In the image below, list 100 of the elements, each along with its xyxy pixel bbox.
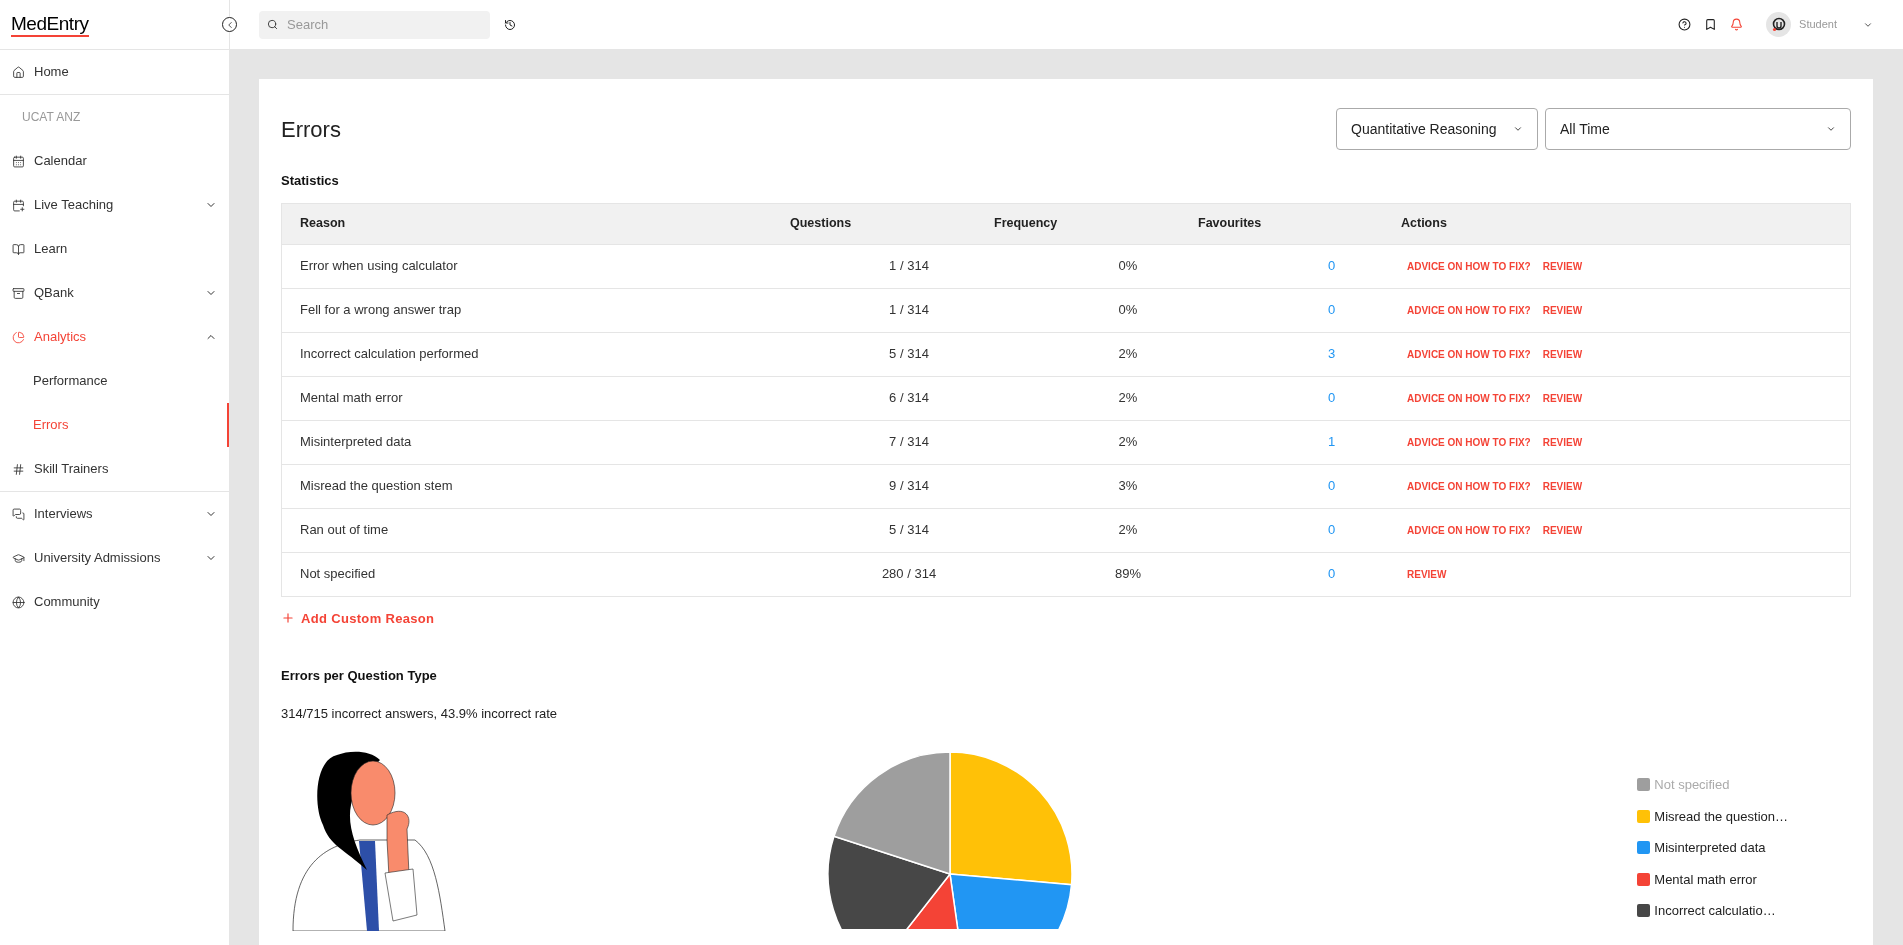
action-link[interactable]: ADVICE ON HOW TO FIX? bbox=[1407, 302, 1531, 318]
user-avatar[interactable] bbox=[1766, 12, 1792, 37]
action-link[interactable]: ADVICE ON HOW TO FIX? bbox=[1407, 390, 1531, 406]
legend-label[interactable]: Misread the question… bbox=[1654, 806, 1788, 826]
favourites-link[interactable]: 0 bbox=[1327, 388, 1336, 408]
legend-label[interactable]: Misinterpreted data bbox=[1654, 838, 1766, 858]
action-link[interactable]: ADVICE ON HOW TO FIX? bbox=[1407, 478, 1531, 494]
table-cell-text: 280 / 314 bbox=[880, 565, 938, 584]
action-link[interactable]: REVIEW bbox=[1542, 478, 1583, 494]
table-cell-text: 2% bbox=[1117, 433, 1139, 452]
legend-label[interactable]: Not specified bbox=[1654, 775, 1730, 795]
graduation-cap-icon bbox=[12, 551, 25, 565]
archive-icon bbox=[12, 286, 25, 300]
history-icon[interactable] bbox=[504, 18, 516, 31]
table-cell-text: 2% bbox=[1117, 521, 1139, 540]
help-icon[interactable] bbox=[1678, 18, 1692, 31]
home-icon bbox=[12, 65, 25, 79]
table-cell-text: 0% bbox=[1117, 301, 1139, 320]
table-cell-text: 5 / 314 bbox=[888, 345, 930, 364]
bookmark-icon[interactable] bbox=[1704, 18, 1718, 31]
filter-dropdown[interactable]: Quantitative Reasoning bbox=[1336, 108, 1538, 150]
nav-subitem[interactable]: Performance bbox=[0, 359, 229, 403]
search-icon bbox=[267, 18, 278, 30]
table-cell-text: Ran out of time bbox=[299, 521, 390, 540]
table-cell-text: Misinterpreted data bbox=[299, 433, 413, 452]
column-header: Reason bbox=[299, 215, 347, 233]
favourites-link[interactable]: 0 bbox=[1327, 256, 1336, 276]
summary-text: 314/715 incorrect answers, 43.9% incorrect rate bbox=[281, 704, 559, 723]
nav-item[interactable]: Calendar bbox=[0, 139, 229, 183]
table-cell-text: 7 / 314 bbox=[888, 433, 930, 452]
section-heading: UCAT ANZ bbox=[21, 109, 82, 126]
legend-label[interactable]: Mental math error bbox=[1654, 869, 1757, 889]
table-cell-text: Incorrect calculation performed bbox=[299, 345, 480, 364]
table-cell-text: 2% bbox=[1117, 345, 1139, 364]
table-cell-text: Error when using calculator bbox=[299, 257, 459, 276]
table-cell-text: 89% bbox=[1114, 565, 1142, 584]
filter-dropdown[interactable]: All Time bbox=[1545, 108, 1851, 150]
nav-subitem[interactable]: Errors bbox=[0, 403, 229, 447]
nav-item[interactable]: Live Teaching bbox=[0, 183, 229, 227]
legend-label[interactable]: Incorrect calculatio… bbox=[1654, 901, 1776, 921]
nav-item[interactable]: Community bbox=[0, 580, 229, 624]
chevron-down-icon bbox=[1513, 124, 1523, 134]
nav-item[interactable]: Interviews bbox=[0, 492, 229, 536]
action-link[interactable]: ADVICE ON HOW TO FIX? bbox=[1407, 522, 1531, 538]
favourites-link[interactable]: 3 bbox=[1327, 344, 1336, 364]
stethoscope-icon bbox=[1770, 16, 1787, 33]
table-cell-text: Fell for a wrong answer trap bbox=[299, 301, 463, 320]
chat-icon bbox=[12, 507, 25, 521]
nav-item[interactable]: Analytics bbox=[0, 315, 229, 359]
favourites-link[interactable]: 0 bbox=[1327, 564, 1336, 584]
table-cell-text: Misread the question stem bbox=[299, 477, 454, 496]
table-cell-text: Not specified bbox=[299, 565, 377, 584]
plus-icon bbox=[281, 611, 295, 626]
table-cell-text: 2% bbox=[1117, 389, 1139, 408]
search-field[interactable]: Search bbox=[259, 10, 490, 39]
action-link[interactable]: REVIEW bbox=[1542, 346, 1583, 362]
favourites-link[interactable]: 0 bbox=[1327, 300, 1336, 320]
calendar-icon bbox=[12, 154, 25, 168]
user-name[interactable]: Student bbox=[1799, 16, 1837, 33]
add-custom-reason-button[interactable]: Add Custom Reason bbox=[281, 608, 435, 628]
section-heading: Errors per Question Type bbox=[281, 667, 438, 685]
nav-item[interactable]: Learn bbox=[0, 227, 229, 271]
table-cell-text: Mental math error bbox=[299, 389, 404, 408]
globe-icon bbox=[12, 595, 25, 609]
nav-item[interactable]: University Admissions bbox=[0, 536, 229, 580]
table-cell-text: 1 / 314 bbox=[888, 257, 930, 276]
action-link[interactable]: ADVICE ON HOW TO FIX? bbox=[1407, 434, 1531, 450]
book-icon bbox=[12, 242, 25, 256]
nav-item[interactable]: Home bbox=[0, 50, 229, 94]
action-link[interactable]: ADVICE ON HOW TO FIX? bbox=[1407, 258, 1531, 274]
table-cell-text: 3% bbox=[1117, 477, 1139, 496]
action-link[interactable]: REVIEW bbox=[1542, 522, 1583, 538]
calendar-plus-icon bbox=[12, 198, 25, 212]
column-header: Questions bbox=[789, 215, 853, 233]
table-cell-text: 5 / 314 bbox=[888, 521, 930, 540]
nav-item[interactable]: QBank bbox=[0, 271, 229, 315]
table-cell-text: 6 / 314 bbox=[888, 389, 930, 408]
favourites-link[interactable]: 0 bbox=[1327, 520, 1336, 540]
action-link[interactable]: ADVICE ON HOW TO FIX? bbox=[1407, 346, 1531, 362]
section-heading: Statistics bbox=[281, 172, 340, 190]
pie-chart-icon bbox=[12, 330, 25, 344]
column-header: Favourites bbox=[1197, 215, 1263, 233]
chevron-down-icon bbox=[1826, 124, 1836, 134]
favourites-link[interactable]: 0 bbox=[1327, 476, 1336, 496]
logo[interactable]: MedEntry bbox=[11, 12, 89, 37]
column-header: Frequency bbox=[993, 215, 1059, 233]
action-link[interactable]: REVIEW bbox=[1542, 258, 1583, 274]
column-header: Actions bbox=[1400, 215, 1448, 233]
notification-bell-icon[interactable] bbox=[1730, 18, 1744, 31]
page-title: Errors bbox=[281, 115, 342, 144]
favourites-link[interactable]: 1 bbox=[1327, 432, 1336, 452]
action-link[interactable]: REVIEW bbox=[1542, 302, 1583, 318]
table-cell-text: 1 / 314 bbox=[888, 301, 930, 320]
table-cell-text: 0% bbox=[1117, 257, 1139, 276]
grid-lines-icon bbox=[12, 462, 25, 476]
table-cell-text: 9 / 314 bbox=[888, 477, 930, 496]
action-link[interactable]: REVIEW bbox=[1542, 434, 1583, 450]
action-link[interactable]: REVIEW bbox=[1542, 390, 1583, 406]
action-link[interactable]: REVIEW bbox=[1407, 566, 1447, 582]
nav-item[interactable]: Skill Trainers bbox=[0, 447, 229, 491]
